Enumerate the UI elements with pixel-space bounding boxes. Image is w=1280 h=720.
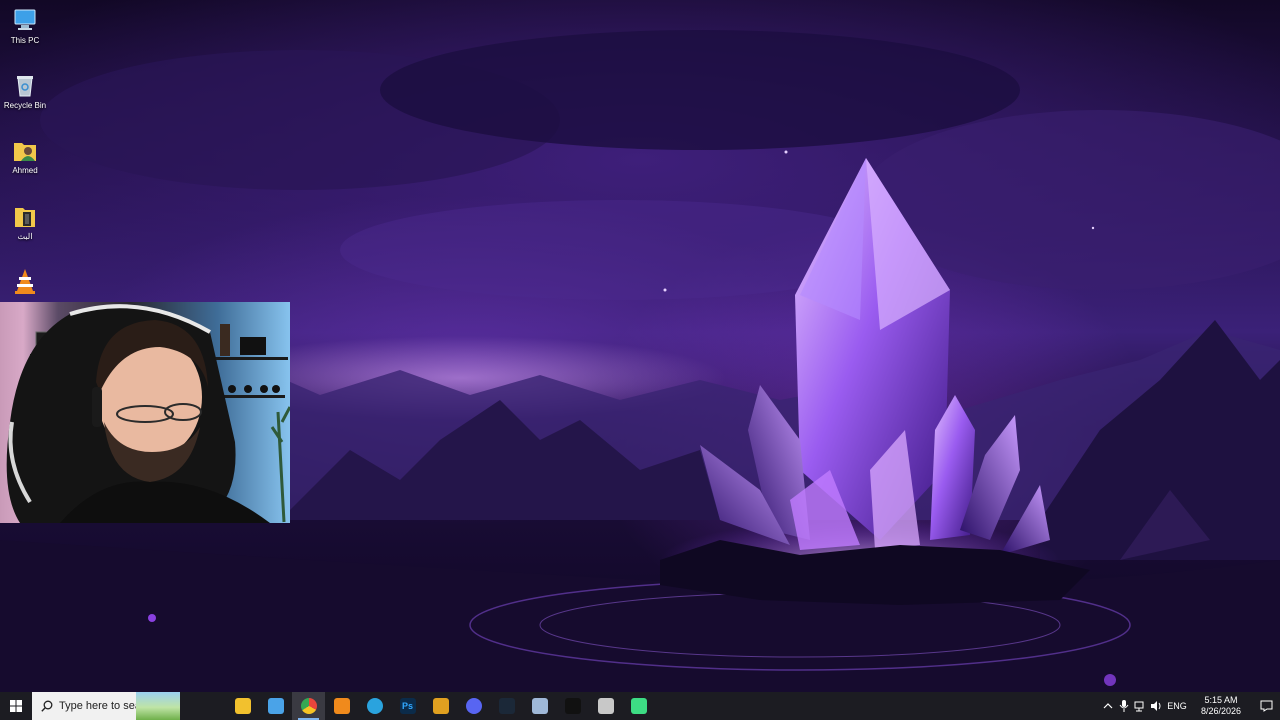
taskbar-app-android-app[interactable] [622,692,655,720]
network-icon[interactable] [1132,692,1148,720]
language-indicator[interactable]: ENG [1164,692,1190,720]
taskbar-app-photoshop[interactable]: Ps [391,692,424,720]
taskbar-app-capcut[interactable] [556,692,589,720]
desktop-icon-ahmed[interactable]: Ahmed [0,130,50,176]
microphone-icon[interactable] [1116,692,1132,720]
telegram-icon [366,698,383,714]
capcut-icon [564,698,581,714]
desktop-icon-recycle-bin[interactable]: Recycle Bin [0,65,50,111]
windows-logo-icon [10,700,22,712]
search-highlight-image [136,692,180,720]
android-icon [630,698,647,714]
volume-icon[interactable] [1148,692,1164,720]
taskbar-app-shield-app[interactable] [424,692,457,720]
taskbar-app-store[interactable] [259,692,292,720]
vlc-icon [11,267,39,295]
desktop-icon-label: Ahmed [12,166,38,175]
recycle-bin-icon [11,71,39,99]
diamond-icon [531,698,548,714]
taskbar-app-vlc[interactable] [325,692,358,720]
taskbar-app-drive-app[interactable] [589,692,622,720]
window-icon [267,698,284,714]
webcam-feed [6,304,290,523]
user-folder-icon [11,136,39,164]
taskbar-pinned-apps: Ps [226,692,655,720]
taskbar-app-telegram[interactable] [358,692,391,720]
desktop-icon-this-pc[interactable]: This PC [0,0,50,46]
taskbar-app-steam[interactable] [490,692,523,720]
desktop-icon-label: البث [17,232,33,241]
chevron-up-icon[interactable] [1100,692,1116,720]
photoshop-icon: Ps [399,698,416,714]
start-button[interactable] [0,692,32,720]
desktop-icon-label: Recycle Bin [3,101,47,110]
webcam-overlay [0,302,290,523]
taskbar-app-vpn-app[interactable] [523,692,556,720]
vlc-icon [333,698,350,714]
search-icon [41,700,53,712]
steam-icon [498,698,515,714]
shield-icon [432,698,449,714]
computer-icon [11,6,39,34]
taskbar-app-chrome[interactable] [292,692,325,720]
folder-icon [234,698,251,714]
taskbar: Type here to search Ps ENG 5:15 AM 8/26/… [0,692,1280,720]
notification-center-button[interactable] [1252,692,1280,720]
notification-icon [1260,700,1272,712]
clock-date: 8/26/2026 [1200,706,1242,716]
taskbar-app-file-explorer[interactable] [226,692,259,720]
folder-icon [11,202,39,230]
taskbar-search-box[interactable]: Type here to search [32,692,180,720]
discord-icon [465,698,482,714]
chrome-icon [300,698,317,714]
taskbar-app-discord-app[interactable] [457,692,490,720]
drive-icon [597,698,614,714]
system-tray: ENG 5:15 AM 8/26/2026 [1100,692,1280,720]
clock-time: 5:15 AM [1204,695,1238,705]
taskbar-clock[interactable]: 5:15 AM 8/26/2026 [1196,695,1246,717]
desktop-icon-folder[interactable]: البث [0,196,50,242]
desktop-icon-label: This PC [10,36,40,45]
desktop-icon-vlc[interactable] [0,261,50,297]
